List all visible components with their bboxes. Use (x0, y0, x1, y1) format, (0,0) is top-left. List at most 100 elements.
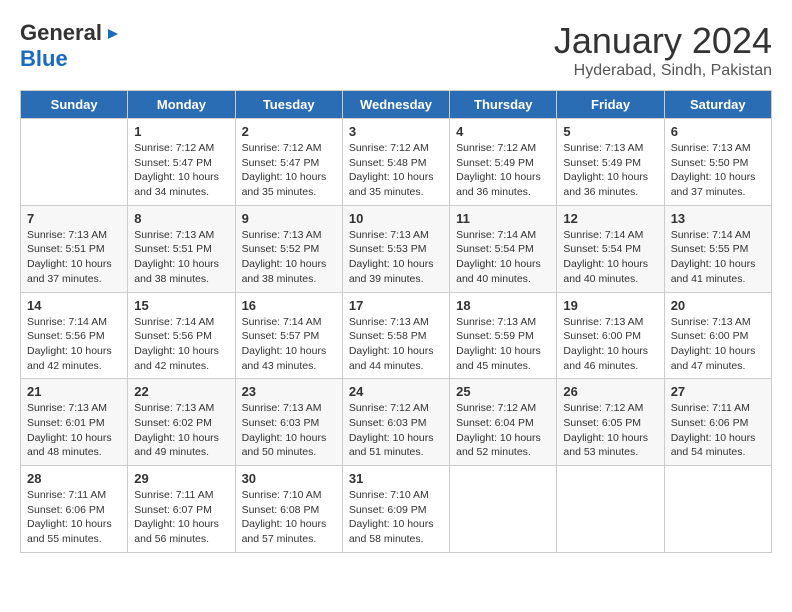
day-number: 15 (134, 298, 228, 313)
day-info: Sunrise: 7:13 AM Sunset: 5:58 PM Dayligh… (349, 315, 443, 374)
logo-general-text: General (20, 20, 102, 46)
calendar-cell: 28 Sunrise: 7:11 AM Sunset: 6:06 PM Dayli… (21, 466, 128, 553)
calendar-week-5: 28 Sunrise: 7:11 AM Sunset: 6:06 PM Dayli… (21, 466, 772, 553)
calendar-body: 1 Sunrise: 7:12 AM Sunset: 5:47 PM Daylig… (21, 119, 772, 553)
calendar-cell: 12Sunrise: 7:14 AM Sunset: 5:54 PM Dayli… (557, 205, 664, 292)
day-number: 29 (134, 471, 228, 486)
calendar-cell: 3 Sunrise: 7:12 AM Sunset: 5:48 PM Daylig… (342, 119, 449, 206)
calendar-week-2: 7 Sunrise: 7:13 AM Sunset: 5:51 PM Daylig… (21, 205, 772, 292)
calendar-cell: 4 Sunrise: 7:12 AM Sunset: 5:49 PM Daylig… (450, 119, 557, 206)
calendar-cell: 2 Sunrise: 7:12 AM Sunset: 5:47 PM Daylig… (235, 119, 342, 206)
calendar-cell: 9 Sunrise: 7:13 AM Sunset: 5:52 PM Daylig… (235, 205, 342, 292)
calendar-table: SundayMondayTuesdayWednesdayThursdayFrid… (20, 90, 772, 553)
day-number: 30 (242, 471, 336, 486)
page-header: General Blue January 2024 Hyderabad, Sin… (20, 20, 772, 80)
calendar-cell: 20 Sunrise: 7:13 AM Sunset: 6:00 PM Dayli… (664, 292, 771, 379)
day-number: 25 (456, 384, 550, 399)
day-header-tuesday: Tuesday (235, 91, 342, 119)
calendar-week-4: 21Sunrise: 7:13 AM Sunset: 6:01 PM Dayli… (21, 379, 772, 466)
day-number: 1 (134, 124, 228, 139)
day-info: Sunrise: 7:12 AM Sunset: 5:49 PM Dayligh… (456, 141, 550, 200)
day-number: 5 (563, 124, 657, 139)
calendar-cell: 29Sunrise: 7:11 AM Sunset: 6:07 PM Dayli… (128, 466, 235, 553)
calendar-cell (557, 466, 664, 553)
day-info: Sunrise: 7:13 AM Sunset: 6:00 PM Dayligh… (671, 315, 765, 374)
calendar-cell (664, 466, 771, 553)
day-info: Sunrise: 7:14 AM Sunset: 5:54 PM Dayligh… (456, 228, 550, 287)
day-info: Sunrise: 7:13 AM Sunset: 5:50 PM Dayligh… (671, 141, 765, 200)
calendar-cell: 1 Sunrise: 7:12 AM Sunset: 5:47 PM Daylig… (128, 119, 235, 206)
logo: General Blue (20, 20, 122, 72)
day-number: 20 (671, 298, 765, 313)
calendar-cell (21, 119, 128, 206)
calendar-cell: 13 Sunrise: 7:14 AM Sunset: 5:55 PM Dayli… (664, 205, 771, 292)
day-info: Sunrise: 7:13 AM Sunset: 6:02 PM Dayligh… (134, 401, 228, 460)
day-info: Sunrise: 7:12 AM Sunset: 6:05 PM Dayligh… (563, 401, 657, 460)
day-number: 6 (671, 124, 765, 139)
day-number: 28 (27, 471, 121, 486)
calendar-cell: 22 Sunrise: 7:13 AM Sunset: 6:02 PM Dayli… (128, 379, 235, 466)
logo-icon (104, 25, 122, 43)
calendar-cell: 11Sunrise: 7:14 AM Sunset: 5:54 PM Dayli… (450, 205, 557, 292)
day-number: 26 (563, 384, 657, 399)
calendar-week-1: 1 Sunrise: 7:12 AM Sunset: 5:47 PM Daylig… (21, 119, 772, 206)
day-info: Sunrise: 7:12 AM Sunset: 5:47 PM Dayligh… (242, 141, 336, 200)
calendar-cell: 25 Sunrise: 7:12 AM Sunset: 6:04 PM Dayli… (450, 379, 557, 466)
location-title: Hyderabad, Sindh, Pakistan (554, 62, 772, 80)
day-info: Sunrise: 7:13 AM Sunset: 5:53 PM Dayligh… (349, 228, 443, 287)
calendar-week-3: 14 Sunrise: 7:14 AM Sunset: 5:56 PM Dayli… (21, 292, 772, 379)
day-number: 2 (242, 124, 336, 139)
day-info: Sunrise: 7:13 AM Sunset: 6:00 PM Dayligh… (563, 315, 657, 374)
day-number: 31 (349, 471, 443, 486)
day-number: 7 (27, 211, 121, 226)
month-title: January 2024 (554, 20, 772, 62)
day-info: Sunrise: 7:13 AM Sunset: 5:49 PM Dayligh… (563, 141, 657, 200)
day-number: 12 (563, 211, 657, 226)
day-number: 3 (349, 124, 443, 139)
day-number: 8 (134, 211, 228, 226)
calendar-cell: 30Sunrise: 7:10 AM Sunset: 6:08 PM Dayli… (235, 466, 342, 553)
day-number: 13 (671, 211, 765, 226)
day-number: 22 (134, 384, 228, 399)
day-number: 18 (456, 298, 550, 313)
logo-blue-text: Blue (20, 46, 68, 71)
calendar-cell: 31Sunrise: 7:10 AM Sunset: 6:09 PM Dayli… (342, 466, 449, 553)
day-info: Sunrise: 7:13 AM Sunset: 6:03 PM Dayligh… (242, 401, 336, 460)
calendar-cell: 23 Sunrise: 7:13 AM Sunset: 6:03 PM Dayli… (235, 379, 342, 466)
day-info: Sunrise: 7:13 AM Sunset: 5:52 PM Dayligh… (242, 228, 336, 287)
day-info: Sunrise: 7:12 AM Sunset: 5:47 PM Dayligh… (134, 141, 228, 200)
day-info: Sunrise: 7:13 AM Sunset: 5:51 PM Dayligh… (27, 228, 121, 287)
calendar-cell: 8Sunrise: 7:13 AM Sunset: 5:51 PM Daylig… (128, 205, 235, 292)
day-header-friday: Friday (557, 91, 664, 119)
day-number: 10 (349, 211, 443, 226)
day-number: 14 (27, 298, 121, 313)
day-header-monday: Monday (128, 91, 235, 119)
title-block: January 2024 Hyderabad, Sindh, Pakistan (554, 20, 772, 80)
calendar-cell: 24 Sunrise: 7:12 AM Sunset: 6:03 PM Dayli… (342, 379, 449, 466)
day-number: 9 (242, 211, 336, 226)
day-info: Sunrise: 7:14 AM Sunset: 5:56 PM Dayligh… (27, 315, 121, 374)
day-header-saturday: Saturday (664, 91, 771, 119)
day-info: Sunrise: 7:12 AM Sunset: 6:04 PM Dayligh… (456, 401, 550, 460)
calendar-cell: 14 Sunrise: 7:14 AM Sunset: 5:56 PM Dayli… (21, 292, 128, 379)
calendar-cell: 21Sunrise: 7:13 AM Sunset: 6:01 PM Dayli… (21, 379, 128, 466)
day-info: Sunrise: 7:11 AM Sunset: 6:06 PM Dayligh… (671, 401, 765, 460)
calendar-cell: 17Sunrise: 7:13 AM Sunset: 5:58 PM Dayli… (342, 292, 449, 379)
day-header-sunday: Sunday (21, 91, 128, 119)
day-number: 19 (563, 298, 657, 313)
day-number: 24 (349, 384, 443, 399)
day-info: Sunrise: 7:12 AM Sunset: 5:48 PM Dayligh… (349, 141, 443, 200)
day-number: 21 (27, 384, 121, 399)
day-info: Sunrise: 7:14 AM Sunset: 5:55 PM Dayligh… (671, 228, 765, 287)
day-info: Sunrise: 7:11 AM Sunset: 6:06 PM Dayligh… (27, 488, 121, 547)
calendar-header-row: SundayMondayTuesdayWednesdayThursdayFrid… (21, 91, 772, 119)
day-number: 23 (242, 384, 336, 399)
calendar-cell: 10 Sunrise: 7:13 AM Sunset: 5:53 PM Dayli… (342, 205, 449, 292)
day-number: 4 (456, 124, 550, 139)
day-header-wednesday: Wednesday (342, 91, 449, 119)
calendar-cell: 5 Sunrise: 7:13 AM Sunset: 5:49 PM Daylig… (557, 119, 664, 206)
calendar-cell: 16Sunrise: 7:14 AM Sunset: 5:57 PM Dayli… (235, 292, 342, 379)
day-info: Sunrise: 7:14 AM Sunset: 5:56 PM Dayligh… (134, 315, 228, 374)
day-info: Sunrise: 7:12 AM Sunset: 6:03 PM Dayligh… (349, 401, 443, 460)
calendar-cell: 27Sunrise: 7:11 AM Sunset: 6:06 PM Dayli… (664, 379, 771, 466)
